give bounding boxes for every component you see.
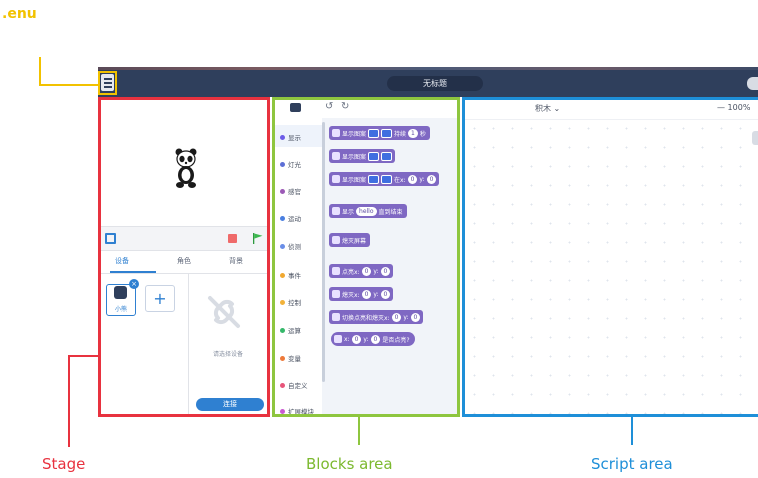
- menu-callout-label: .enu: [2, 6, 37, 22]
- script-pointer: [631, 417, 633, 445]
- project-title[interactable]: 无标题: [387, 76, 483, 91]
- script-highlight-frame: [462, 97, 758, 417]
- blocks-pointer: [358, 417, 360, 445]
- menu-callout-line-h: [39, 84, 99, 86]
- user-avatar[interactable]: [747, 77, 758, 90]
- stage-highlight-frame: [98, 97, 270, 417]
- blocks-highlight-frame: [272, 97, 460, 417]
- blocks-callout-label: Blocks area: [306, 455, 393, 473]
- menu-callout-line-v: [39, 57, 41, 85]
- script-callout-label: Script area: [591, 455, 673, 473]
- stage-pointer-h: [68, 355, 100, 357]
- stage-pointer-v: [68, 355, 70, 447]
- menu-highlight-frame: [98, 71, 117, 95]
- stage-callout-label: Stage: [42, 455, 86, 473]
